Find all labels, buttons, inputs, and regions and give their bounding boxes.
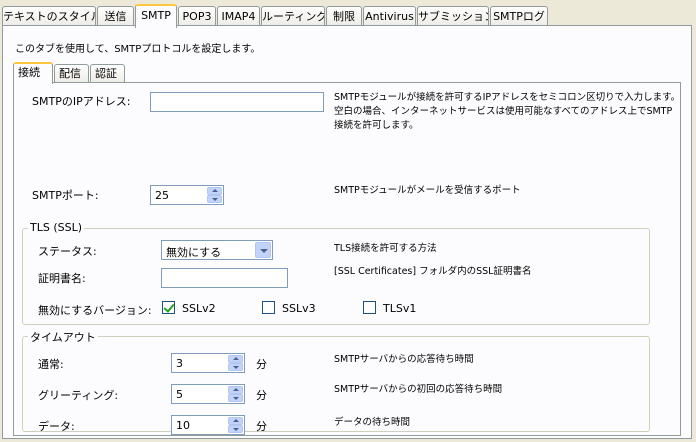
spin-down-icon[interactable] [207,195,222,203]
subtab-delivery[interactable]: 配信 [54,64,89,83]
timeout-greeting-unit: 分 [256,389,267,402]
tab-imap4[interactable]: IMAP4 [217,6,260,27]
tlsv1-checkbox[interactable] [363,301,376,314]
disabled-versions-label: 無効にするバージョン: [38,304,152,317]
timeout-normal-help: SMTPサーバからの応答待ち時間 [334,354,474,365]
chevron-down-icon[interactable] [255,242,271,258]
ip-address-help-line: SMTPモジュールが接続を許可するIPアドレスをセミコロン区切りで入力します。 [334,92,681,103]
timeout-data-label: データ: [38,420,75,433]
tlsv1-label: TLSv1 [383,302,417,315]
subtab-auth[interactable]: 認証 [90,64,125,83]
sslv3-checkbox[interactable] [262,301,275,314]
tls-status-select[interactable]: 無効にする [161,240,273,260]
tab-antivirus[interactable]: Antivirus [363,6,416,27]
spin-down-icon[interactable] [228,363,243,371]
timeout-greeting-stepper[interactable]: 5 [171,384,245,404]
spin-up-icon[interactable] [228,417,243,425]
timeout-normal-unit: 分 [256,358,267,371]
subtab-connection[interactable]: 接続 [13,62,53,84]
tls-status-label: ステータス: [38,245,97,258]
timeout-data-value: 10 [176,419,190,432]
spin-up-icon[interactable] [228,386,243,394]
sslv2-label: SSLv2 [182,302,216,315]
timeout-greeting-value: 5 [176,388,183,401]
tab-pop3[interactable]: POP3 [178,6,216,27]
ip-address-label: SMTPのIPアドレス: [32,95,131,108]
ip-address-help-line: 接続を許可します。 [334,120,419,131]
timeout-normal-stepper[interactable]: 3 [171,353,245,373]
spin-down-icon[interactable] [228,394,243,402]
smtp-port-stepper[interactable]: 25 [150,185,224,205]
sslv2-checkbox[interactable] [162,301,175,314]
tab-routing[interactable]: ルーティング [261,6,325,27]
sslv3-label: SSLv3 [282,302,316,315]
ip-address-help-line: 空白の場合、インターネットサービスは使用可能なすべてのアドレス上でSMTP [334,106,673,117]
connection-panel: SMTPのIPアドレス: SMTPモジュールが接続を許可するIPアドレスをセミコ… [13,82,681,436]
certificate-name-help: [SSL Certificates] フォルダ内のSSL証明書名 [334,266,532,277]
tab-submission[interactable]: サブミッション [417,6,489,27]
ip-address-help: SMTPモジュールが接続を許可するIPアドレスをセミコロン区切りで入力します。 … [334,91,680,133]
tab-strip: テキストのスタイル 送信 SMTP POP3 IMAP4 ルーティング 制限 A… [2,4,694,28]
timeout-group-title: タイムアウト [28,329,98,345]
spin-down-icon[interactable] [228,425,243,433]
smtp-port-label: SMTPポート: [32,189,99,202]
timeout-greeting-label: グリーティング: [38,389,119,402]
certificate-name-input[interactable] [161,268,288,288]
timeout-normal-label: 通常: [38,358,64,371]
tab-limits[interactable]: 制限 [326,6,362,27]
panel-description: このタブを使用して、SMTPプロトコルを設定します。 [15,44,261,55]
timeout-data-stepper[interactable]: 10 [171,415,245,435]
tls-status-value: 無効にする [166,246,222,259]
timeout-normal-value: 3 [176,357,183,370]
certificate-name-label: 証明書名: [38,272,86,285]
tab-text-style[interactable]: テキストのスタイル [2,6,96,27]
tab-smtp-log[interactable]: SMTPログ [490,6,548,27]
tab-smtp[interactable]: SMTP [135,4,177,28]
spin-up-icon[interactable] [207,187,222,195]
timeout-data-unit: 分 [256,420,267,433]
spin-up-icon[interactable] [228,355,243,363]
tls-group-title: TLS (SSL) [28,221,85,234]
tab-send[interactable]: 送信 [97,6,134,27]
smtp-port-help: SMTPモジュールがメールを受信するポート [334,185,521,196]
timeout-data-help: データの待ち時間 [334,417,411,428]
smtp-port-value: 25 [155,189,169,202]
tls-status-help: TLS接続を許可する方法 [334,243,437,254]
ip-address-input[interactable] [150,92,324,112]
timeout-greeting-help: SMTPサーバからの初回の応答待ち時間 [334,384,503,395]
smtp-panel: このタブを使用して、SMTPプロトコルを設定します。 接続 配信 認証 SMTP… [2,25,692,439]
